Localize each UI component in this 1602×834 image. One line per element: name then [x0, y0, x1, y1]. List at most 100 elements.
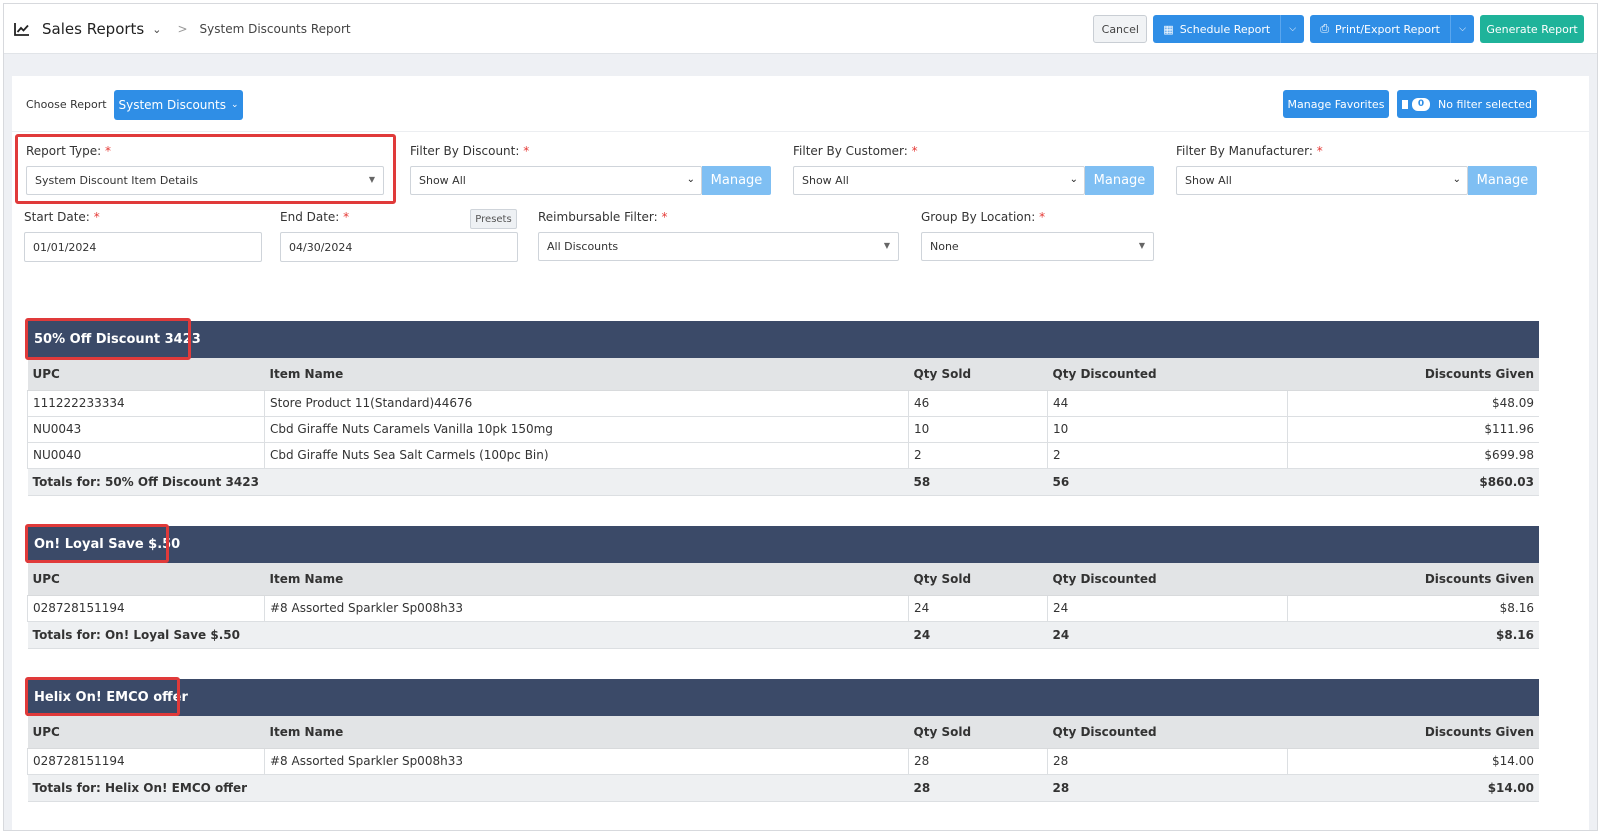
cell-discounts-given: $111.96	[1287, 416, 1539, 443]
discount-table: UPC Item Name Qty Sold Qty Discounted Di…	[27, 358, 1539, 496]
cell-upc: NU0040	[27, 442, 265, 469]
chevron-down-icon: ⌄	[686, 174, 695, 185]
group-by-select[interactable]: None ▼	[921, 232, 1154, 261]
discount-table: UPC Item Name Qty Sold Qty Discounted Di…	[27, 716, 1539, 802]
highlight-group-title-2	[25, 524, 169, 563]
cell-item-name: #8 Assorted Sparkler Sp008h33	[264, 595, 909, 622]
chevron-down-icon: ⌵	[1459, 24, 1466, 34]
chevron-down-icon[interactable]: ⌄	[152, 23, 161, 36]
calendar-icon: ▦	[1163, 22, 1174, 36]
manufacturer-select[interactable]: Show All ⌄	[1176, 166, 1468, 195]
table-row: NU0043 Cbd Giraffe Nuts Caramels Vanilla…	[27, 416, 1539, 443]
discount-label-text: Filter By Discount:	[410, 144, 520, 158]
col-qty-discounted: Qty Discounted	[1047, 716, 1288, 749]
col-qty-sold: Qty Sold	[908, 563, 1048, 596]
schedule-report-button[interactable]: ▦ Schedule Report	[1153, 15, 1281, 43]
col-upc: UPC	[27, 716, 265, 749]
cell-upc: 111222233334	[27, 390, 265, 417]
totals-label: Totals for: Helix On! EMCO offer	[27, 774, 909, 802]
schedule-report-group: ▦ Schedule Report ⌵	[1153, 15, 1305, 43]
cell-item-name: Store Product 11(Standard)44676	[264, 390, 909, 417]
reimbursable-select[interactable]: All Discounts ▼	[538, 232, 899, 261]
reimbursable-label: Reimbursable Filter: *	[538, 210, 668, 224]
table-header: UPC Item Name Qty Sold Qty Discounted Di…	[27, 563, 1539, 596]
cell-qty-sold: 10	[908, 416, 1048, 443]
cell-qty-discounted: 2	[1047, 442, 1288, 469]
reimbursable-label-text: Reimbursable Filter:	[538, 210, 658, 224]
reimbursable-value: All Discounts	[547, 240, 619, 253]
choose-report-dropdown[interactable]: System Discounts ⌄	[114, 90, 243, 120]
filter-status-button[interactable]: 0 No filter selected	[1397, 90, 1537, 118]
col-qty-sold: Qty Sold	[908, 358, 1048, 391]
col-qty-sold: Qty Sold	[908, 716, 1048, 749]
discount-value: Show All	[419, 174, 466, 187]
cell-upc: 028728151194	[27, 595, 265, 622]
generate-report-button[interactable]: Generate Report	[1480, 15, 1584, 43]
schedule-dropdown-toggle[interactable]: ⌵	[1280, 15, 1305, 43]
total-qty-sold: 24	[908, 621, 1048, 649]
cell-upc: 028728151194	[27, 748, 265, 775]
totals-label: Totals for: 50% Off Discount 3423	[27, 468, 909, 496]
page-title[interactable]: Sales Reports	[42, 20, 144, 38]
col-qty-discounted: Qty Discounted	[1047, 358, 1288, 391]
total-discounts-given: $860.03	[1287, 468, 1539, 496]
customer-value: Show All	[802, 174, 849, 187]
cell-item-name: Cbd Giraffe Nuts Sea Salt Carmels (100pc…	[264, 442, 909, 469]
highlight-group-title-1	[25, 318, 191, 360]
totals-label: Totals for: On! Loyal Save $.50	[27, 621, 909, 649]
line-chart-icon	[14, 23, 29, 36]
filter-status-text: No filter selected	[1438, 97, 1532, 111]
total-discounts-given: $8.16	[1287, 621, 1539, 649]
manufacturer-label-text: Filter By Manufacturer:	[1176, 144, 1313, 158]
highlight-group-title-3	[25, 677, 180, 716]
chevron-down-icon: ⌵	[1289, 24, 1297, 34]
cell-discounts-given: $8.16	[1287, 595, 1539, 622]
choose-report-label: Choose Report	[26, 98, 107, 111]
chevron-down-icon: ⌄	[1069, 174, 1078, 185]
discount-group-2: On! Loyal Save $.50 UPC Item Name Qty So…	[27, 526, 1539, 649]
start-date-label-text: Start Date:	[24, 210, 90, 224]
manage-customer-button[interactable]: Manage	[1085, 166, 1154, 195]
cancel-button[interactable]: Cancel	[1093, 15, 1148, 43]
manage-discount-button[interactable]: Manage	[702, 166, 771, 195]
table-header: UPC Item Name Qty Sold Qty Discounted Di…	[27, 716, 1539, 749]
customer-label-text: Filter By Customer:	[793, 144, 908, 158]
group-title: On! Loyal Save $.50	[27, 526, 1539, 563]
customer-field: Filter By Customer: *	[793, 144, 918, 158]
presets-button[interactable]: Presets	[470, 209, 517, 229]
cell-qty-sold: 2	[908, 442, 1048, 469]
start-date-input[interactable]: 01/01/2024	[24, 232, 262, 262]
col-discounts-given: Discounts Given	[1287, 716, 1539, 749]
totals-row: Totals for: 50% Off Discount 3423 58 56 …	[27, 468, 1539, 496]
choose-report-row: Choose Report System Discounts ⌄ Manage …	[12, 76, 1589, 132]
end-date-label-text: End Date:	[280, 210, 340, 224]
discount-select[interactable]: Show All ⌄	[410, 166, 702, 195]
col-discounts-given: Discounts Given	[1287, 563, 1539, 596]
print-export-button[interactable]: ⎙ Print/Export Report	[1310, 15, 1450, 43]
col-item-name: Item Name	[264, 358, 909, 391]
table-header: UPC Item Name Qty Sold Qty Discounted Di…	[27, 358, 1539, 391]
end-date-label: End Date: *	[280, 210, 350, 224]
manage-favorites-button[interactable]: Manage Favorites	[1283, 90, 1389, 118]
group-by-label: Group By Location: *	[921, 210, 1046, 224]
print-export-label: Print/Export Report	[1335, 22, 1440, 36]
col-item-name: Item Name	[264, 716, 909, 749]
discount-label: Filter By Discount: *	[410, 144, 530, 158]
caret-down-icon: ▼	[883, 241, 890, 250]
table-row: 028728151194 #8 Assorted Sparkler Sp008h…	[27, 595, 1539, 622]
schedule-report-label: Schedule Report	[1179, 22, 1271, 36]
end-date-input[interactable]: 04/30/2024	[280, 232, 518, 262]
print-dropdown-toggle[interactable]: ⌵	[1450, 15, 1474, 43]
cell-qty-sold: 28	[908, 748, 1048, 775]
manufacturer-field: Filter By Manufacturer: *	[1176, 144, 1323, 158]
print-export-group: ⎙ Print/Export Report ⌵	[1310, 15, 1474, 43]
customer-select[interactable]: Show All ⌄	[793, 166, 1085, 195]
col-upc: UPC	[27, 358, 265, 391]
col-upc: UPC	[27, 563, 265, 596]
table-row: 028728151194 #8 Assorted Sparkler Sp008h…	[27, 748, 1539, 775]
cell-item-name: Cbd Giraffe Nuts Caramels Vanilla 10pk 1…	[264, 416, 909, 443]
cell-discounts-given: $48.09	[1287, 390, 1539, 417]
toolbar: Cancel ▦ Schedule Report ⌵ ⎙ Print/Expor…	[1093, 15, 1584, 43]
cell-discounts-given: $14.00	[1287, 748, 1539, 775]
manage-manufacturer-button[interactable]: Manage	[1468, 166, 1537, 195]
